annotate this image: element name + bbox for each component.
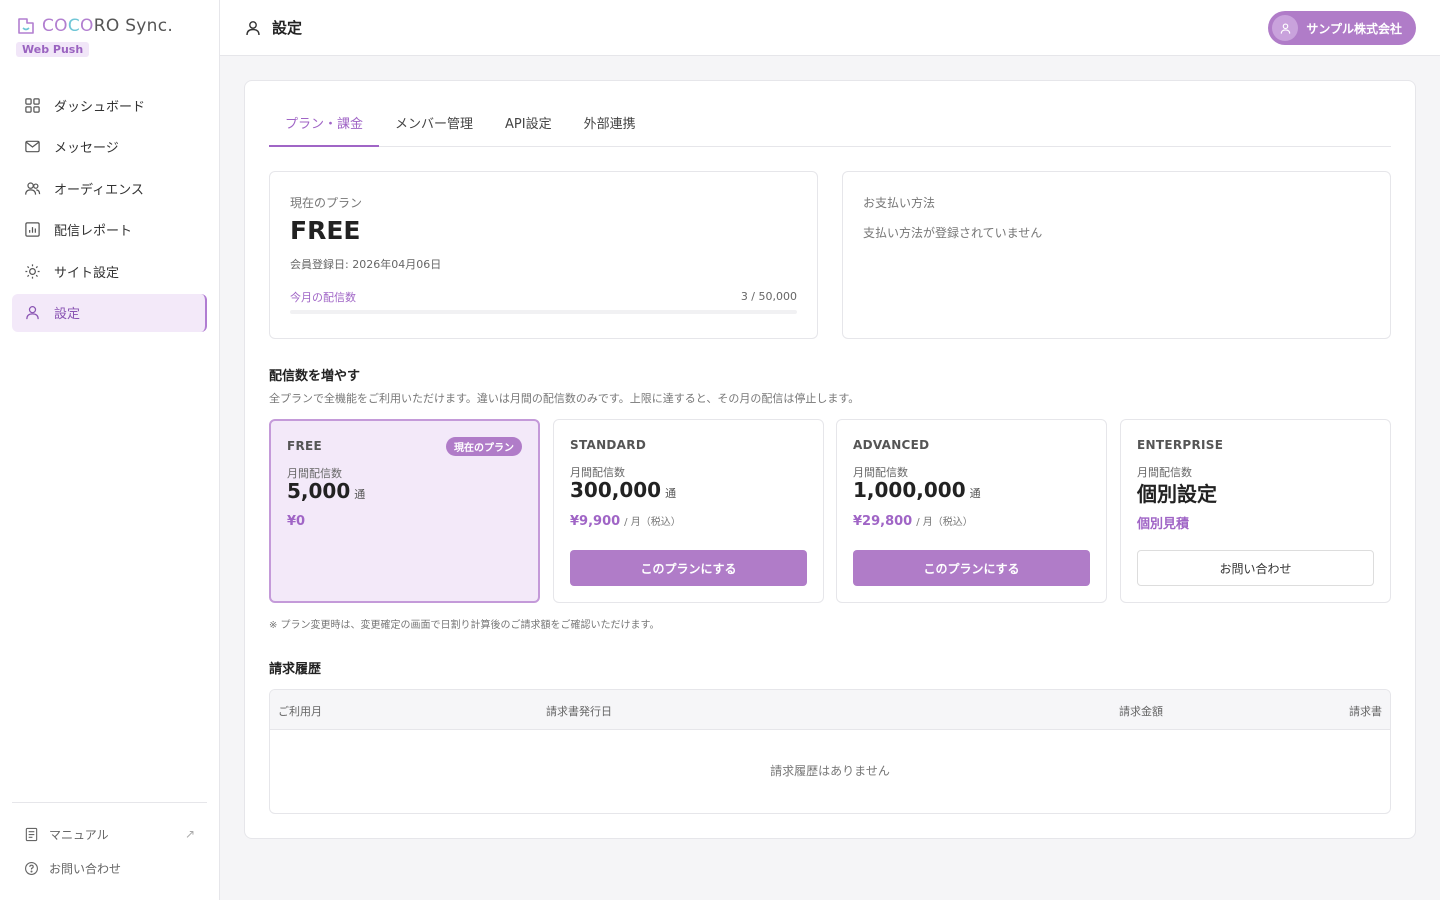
billing-history-table: ご利用月 請求書発行日 請求金額 請求書 請求履歴はありません bbox=[269, 689, 1391, 814]
account-menu-button[interactable]: サンプル株式会社 bbox=[1268, 11, 1416, 45]
manual-label: マニュアル bbox=[49, 827, 109, 842]
billing-history-title: 請求履歴 bbox=[269, 662, 322, 677]
payment-method-card: お支払い方法 支払い方法が登録されていません bbox=[842, 171, 1391, 339]
sidebar: COCORO Sync. Web Push ダッシュボード メッセージ オーディ… bbox=[0, 0, 220, 900]
increase-section-title: 配信数を増やす bbox=[269, 369, 361, 384]
select-advanced-button[interactable]: このプランにする bbox=[853, 550, 1090, 586]
send-progress-bar bbox=[290, 310, 797, 314]
top-header: 設定 サンプル株式会社 bbox=[220, 0, 1440, 56]
monthly-send-label: 今月の配信数 bbox=[290, 291, 356, 304]
sidebar-item-reports[interactable]: 配信レポート bbox=[12, 211, 207, 249]
column-header-issue-date: 請求書発行日 bbox=[546, 705, 612, 718]
current-plan-label: 現在のプラン bbox=[290, 196, 363, 210]
tier-quantity: 1,000,000 通 bbox=[853, 478, 981, 502]
settings-tabs: プラン・課金 メンバー管理 API設定 外部連携 bbox=[269, 109, 1391, 147]
registration-date: 会員登録日: 2026年04月06日 bbox=[290, 258, 442, 271]
sidebar-item-settings[interactable]: 設定 bbox=[12, 293, 207, 332]
chart-icon bbox=[25, 222, 40, 237]
current-plan-card: 現在のプラン FREE 会員登録日: 2026年04月06日 今月の配信数 3 … bbox=[269, 171, 818, 339]
users-icon bbox=[25, 181, 41, 195]
sidebar-item-label: メッセージ bbox=[54, 141, 119, 156]
payment-method-label: お支払い方法 bbox=[863, 196, 936, 210]
grid-icon bbox=[25, 97, 40, 113]
help-icon bbox=[25, 861, 38, 875]
sidebar-item-dashboard[interactable]: ダッシュボード bbox=[12, 86, 207, 124]
billing-history-empty: 請求履歴はありません bbox=[770, 764, 890, 778]
manual-link[interactable]: マニュアル ↗ bbox=[12, 817, 207, 851]
tier-price: ¥29,800/ 月（税込） bbox=[853, 514, 973, 529]
current-plan-name: FREE bbox=[290, 216, 361, 245]
mail-icon bbox=[25, 140, 40, 153]
plan-tier-enterprise: ENTERPRISE 月間配信数 個別設定 個別見積 お問い合わせ bbox=[1120, 419, 1391, 603]
contact-sales-button[interactable]: お問い合わせ bbox=[1137, 550, 1374, 586]
sidebar-footer: マニュアル ↗ お問い合わせ bbox=[12, 802, 207, 885]
person-icon bbox=[246, 20, 260, 35]
sidebar-item-site-settings[interactable]: サイト設定 bbox=[12, 252, 207, 290]
tab-plan-billing[interactable]: プラン・課金 bbox=[269, 109, 380, 147]
heart-logo-icon bbox=[18, 18, 34, 34]
contact-link[interactable]: お問い合わせ bbox=[12, 851, 207, 885]
sidebar-item-audience[interactable]: オーディエンス bbox=[12, 169, 207, 207]
plan-change-note: ※ プラン変更時は、変更確定の画面で日割り計算後のご請求額をご確認いただけます。 bbox=[269, 620, 660, 631]
column-header-amount: 請求金額 bbox=[1119, 705, 1163, 718]
sidebar-item-label: ダッシュボード bbox=[54, 99, 146, 115]
column-header-invoice: 請求書 bbox=[1349, 705, 1382, 718]
person-icon bbox=[26, 306, 39, 320]
company-name: サンプル株式会社 bbox=[1306, 21, 1402, 36]
select-standard-button[interactable]: このプランにする bbox=[570, 550, 807, 586]
monthly-send-count: 3 / 50,000 bbox=[740, 290, 797, 303]
tab-api[interactable]: API設定 bbox=[489, 109, 568, 147]
current-plan-badge: 現在のプラン bbox=[446, 437, 522, 456]
plan-tier-advanced: ADVANCED 月間配信数 1,000,000 通 ¥29,800/ 月（税込）… bbox=[836, 419, 1107, 603]
logo[interactable]: COCORO Sync. bbox=[16, 16, 173, 36]
tier-price: ¥0 bbox=[287, 514, 306, 529]
tier-quantity: 300,000 通 bbox=[570, 478, 677, 502]
plan-tier-standard: STANDARD 月間配信数 300,000 通 ¥9,900/ 月（税込） この… bbox=[553, 419, 824, 603]
tier-name: ENTERPRISE bbox=[1137, 438, 1224, 452]
sidebar-item-messages[interactable]: メッセージ bbox=[12, 128, 207, 166]
document-icon bbox=[25, 827, 38, 841]
tier-price: 個別見積 bbox=[1137, 517, 1190, 532]
avatar bbox=[1272, 15, 1299, 41]
sidebar-nav: ダッシュボード メッセージ オーディエンス 配信レポート サイト設定 設定 bbox=[12, 86, 207, 335]
payment-method-empty: 支払い方法が登録されていません bbox=[863, 226, 1043, 240]
tier-name: ADVANCED bbox=[853, 438, 930, 452]
sidebar-item-label: 設定 bbox=[54, 307, 81, 322]
page-title: 設定 bbox=[244, 17, 302, 38]
contact-label: お問い合わせ bbox=[49, 861, 122, 876]
sun-gear-icon bbox=[25, 263, 40, 279]
external-link-icon: ↗ bbox=[184, 827, 195, 841]
tier-quantity: 個別設定 bbox=[1137, 482, 1217, 506]
sidebar-item-label: オーディエンス bbox=[54, 182, 144, 198]
tab-integrations[interactable]: 外部連携 bbox=[568, 109, 652, 147]
sidebar-item-label: サイト設定 bbox=[54, 265, 120, 281]
plan-tier-free: FREE 現在のプラン 月間配信数 5,000 通 ¥0 bbox=[269, 419, 540, 603]
product-badge: Web Push bbox=[16, 42, 90, 57]
person-icon bbox=[1280, 22, 1291, 34]
column-header-month: ご利用月 bbox=[278, 705, 322, 718]
page-title-text: 設定 bbox=[272, 19, 303, 37]
tier-name: FREE bbox=[287, 439, 323, 453]
tier-quantity: 5,000 通 bbox=[287, 479, 366, 503]
tier-price: ¥9,900/ 月（税込） bbox=[570, 514, 681, 529]
sidebar-item-label: 配信レポート bbox=[54, 224, 133, 239]
tier-name: STANDARD bbox=[570, 438, 647, 452]
logo-text: COCORO Sync. bbox=[42, 16, 174, 36]
increase-section-desc: 全プランで全機能をご利用いただけます。違いは月間の配信数のみです。上限に達すると… bbox=[269, 392, 860, 405]
tab-members[interactable]: メンバー管理 bbox=[379, 109, 489, 147]
settings-card: プラン・課金 メンバー管理 API設定 外部連携 現在のプラン FREE 会員登… bbox=[244, 80, 1416, 839]
table-header: ご利用月 請求書発行日 請求金額 請求書 bbox=[270, 690, 1390, 730]
